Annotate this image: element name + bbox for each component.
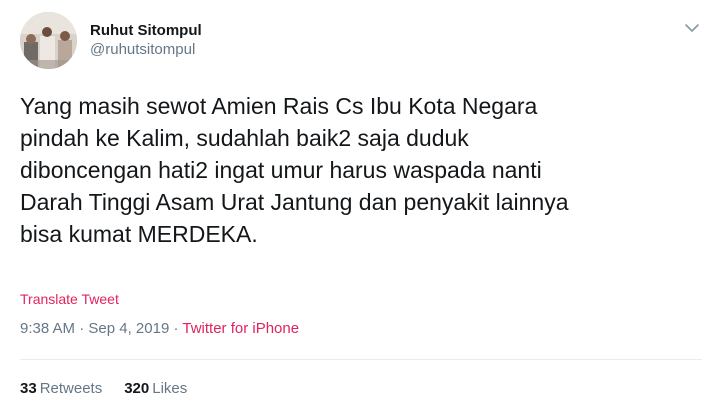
translate-tweet-link[interactable]: Translate Tweet [20,291,119,307]
display-name[interactable]: Ruhut Sitompul [90,22,202,40]
tweet-stats: 33 Retweets 320 Likes [20,380,187,397]
chevron-down-icon [685,24,699,32]
likes-label: Likes [152,380,188,397]
tweet-text: Yang masih sewot Amien Rais Cs Ibu Kota … [20,93,569,247]
more-options-button[interactable] [682,18,702,38]
user-handle[interactable]: @ruhutsitompul [90,41,202,59]
likes-stat[interactable]: 320 Likes [124,380,187,397]
tweet-card: Ruhut Sitompul @ruhutsitompul Yang masih… [0,0,720,418]
retweets-label: Retweets [39,380,103,397]
tweet-source-link[interactable]: Twitter for iPhone [182,320,299,337]
tweet-date[interactable]: Sep 4, 2019 [88,320,169,337]
retweets-count: 33 [20,380,37,397]
meta-separator: · [169,320,183,337]
tweet-time[interactable]: 9:38 AM [20,320,75,337]
avatar-image [20,12,77,69]
divider [20,359,702,360]
likes-count: 320 [124,380,150,397]
tweet-meta: 9:38 AM · Sep 4, 2019 · Twitter for iPho… [20,320,299,337]
author-block: Ruhut Sitompul @ruhutsitompul [90,22,202,59]
avatar[interactable] [20,12,77,69]
meta-separator: · [75,320,89,337]
retweets-stat[interactable]: 33 Retweets [20,380,102,397]
